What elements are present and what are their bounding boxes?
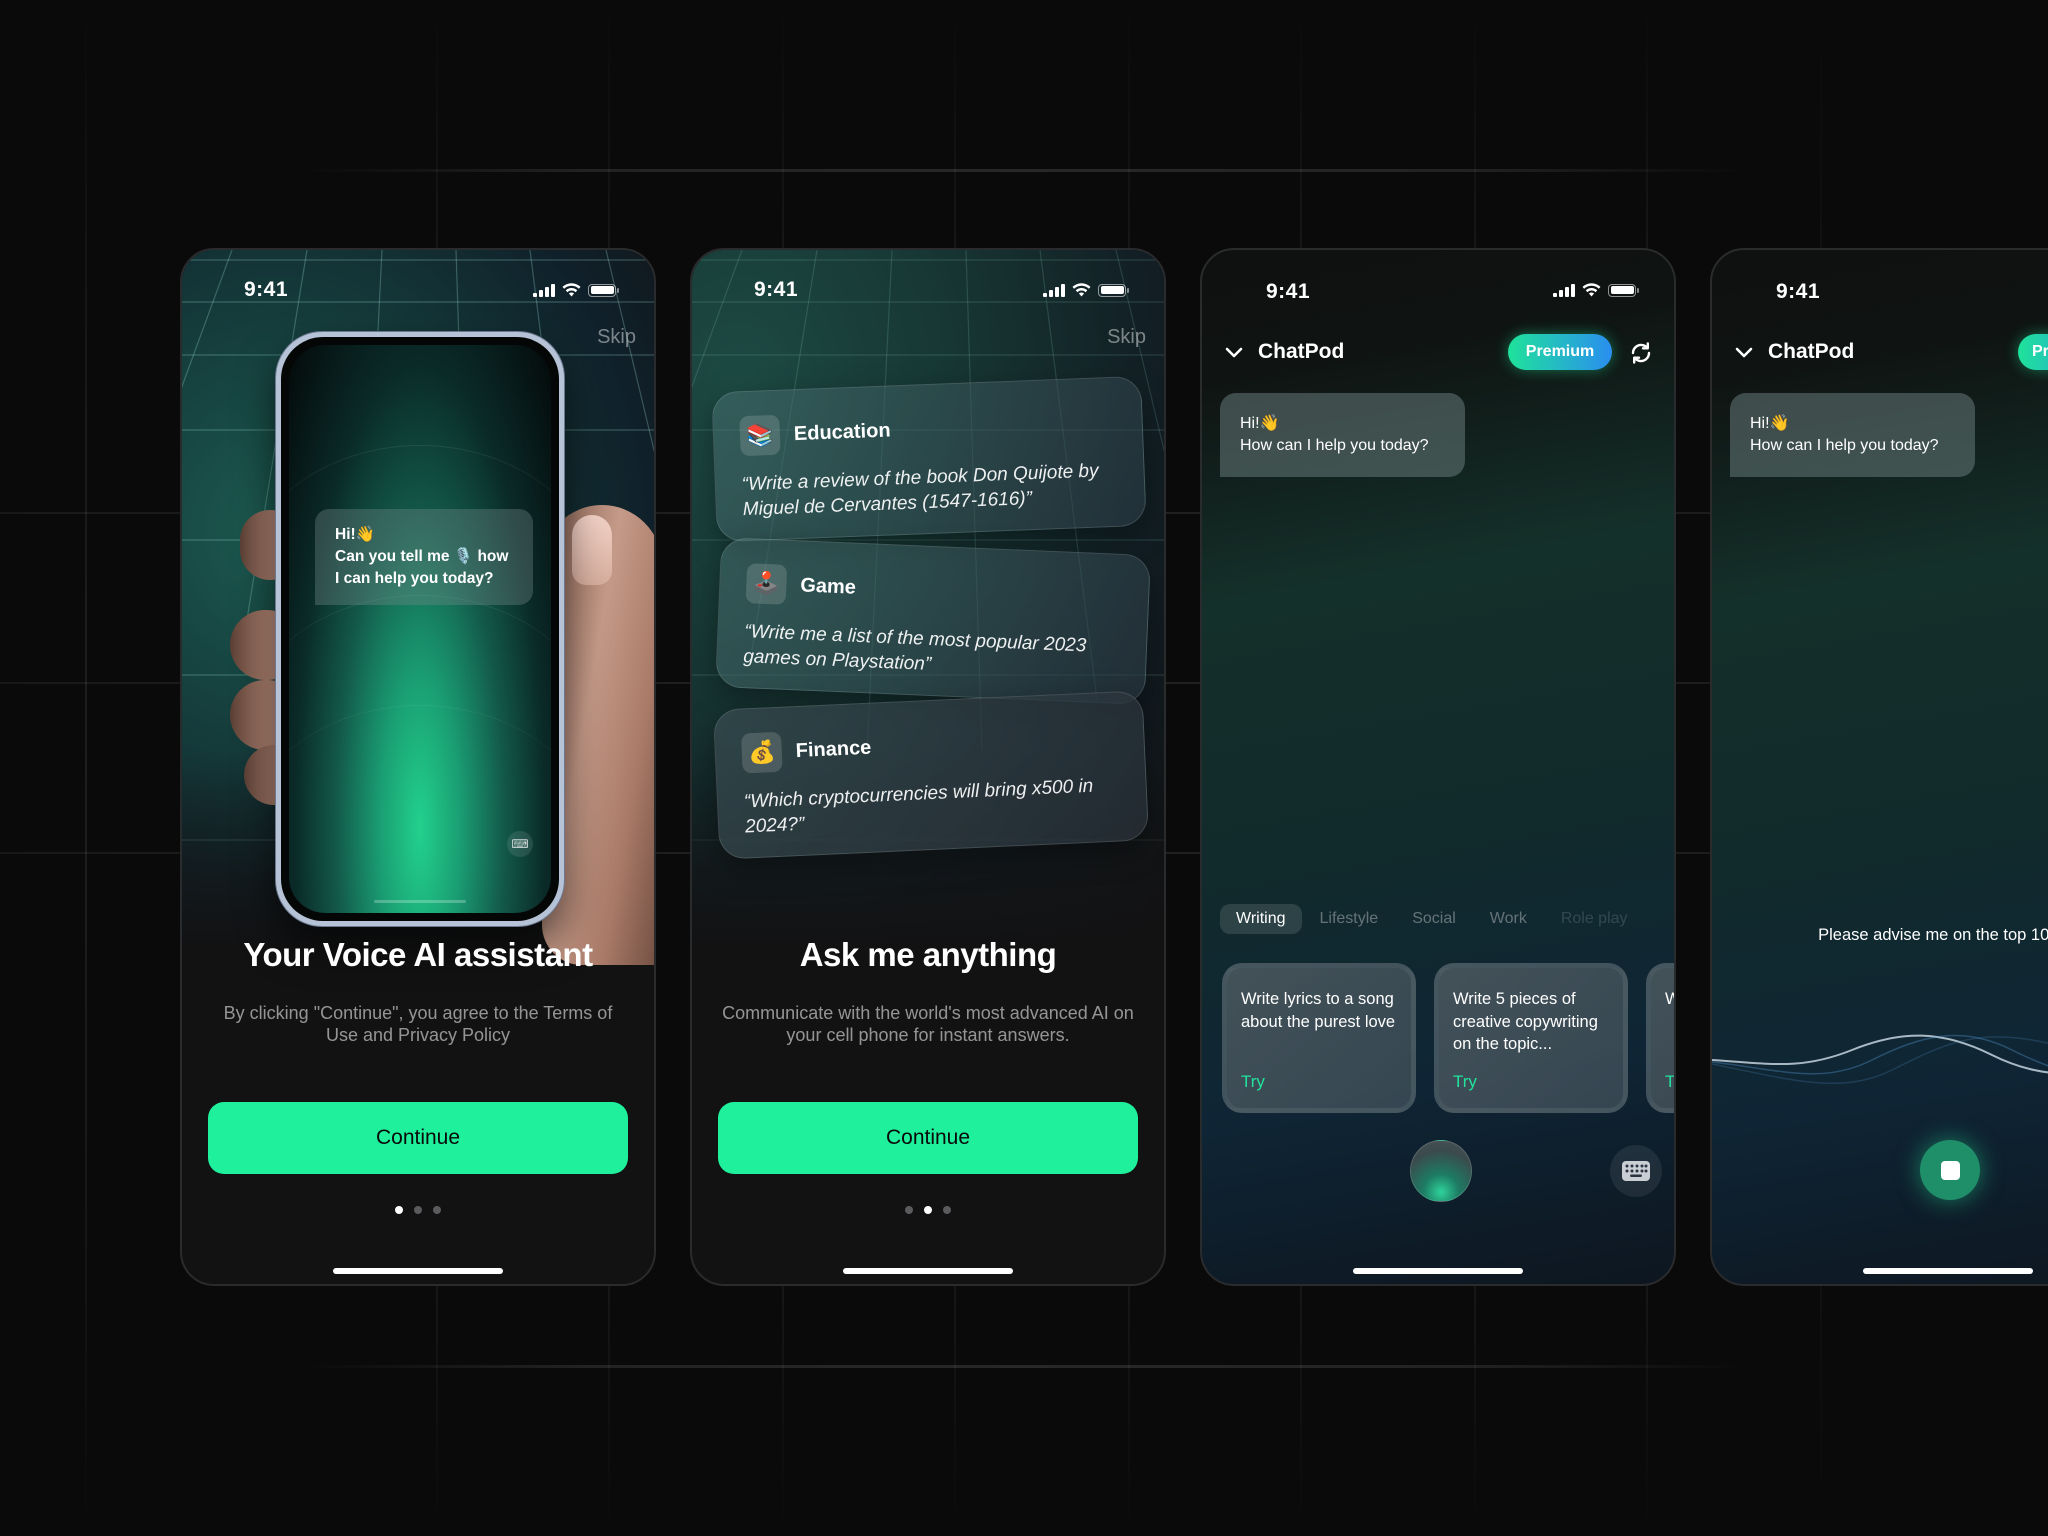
skip-button[interactable]: Skip (597, 326, 636, 349)
category-example: “Which cryptocurrencies will bring x500 … (743, 775, 1094, 838)
mockup-home-indicator (374, 900, 466, 903)
status-time: 9:41 (1266, 280, 1311, 303)
page-dot[interactable] (943, 1206, 951, 1214)
wifi-icon (1072, 283, 1091, 297)
books-icon: 📚 (739, 414, 781, 457)
app-title[interactable]: ChatPod (1768, 340, 1854, 364)
try-button[interactable]: Try (1665, 1072, 1674, 1092)
onboarding-screen-ask: 9:41 Skip 📚 Education “Write a review of… (690, 248, 1166, 1286)
page-dot[interactable] (433, 1206, 441, 1214)
chat-home-screen: 9:41 ChatPod Premium Hi!👋 How can I help… (1200, 248, 1676, 1286)
status-time: 9:41 (244, 278, 289, 301)
home-indicator[interactable] (1863, 1268, 2033, 1274)
home-indicator[interactable] (843, 1268, 1013, 1274)
app-title[interactable]: ChatPod (1258, 340, 1344, 364)
stop-recording-button[interactable] (1920, 1140, 1980, 1200)
continue-button[interactable]: Continue (718, 1102, 1138, 1174)
category-card-education[interactable]: 📚 Education “Write a review of the book … (711, 375, 1147, 543)
onboarding-title: Ask me anything (799, 936, 1057, 973)
prompt-carousel: Write lyrics to a song about the purest … (1222, 963, 1674, 1113)
page-dot[interactable] (905, 1206, 913, 1214)
ai-message-bubble: Hi!👋 How can I help you today? (1730, 393, 1975, 477)
continue-button[interactable]: Continue (208, 1102, 628, 1174)
category-name: Finance (795, 736, 872, 762)
status-bar: 9:41 (1712, 272, 2048, 312)
chevron-down-icon[interactable] (1734, 342, 1754, 362)
premium-button[interactable]: Pr (2018, 334, 2048, 370)
tab-work[interactable]: Work (1474, 904, 1543, 934)
page-dot[interactable] (395, 1206, 403, 1214)
phone-mockup: Hi!👋 Can you tell me 🎙️ how I can help y… (276, 332, 564, 926)
refresh-icon[interactable] (1628, 340, 1654, 366)
stop-icon (1940, 1160, 1960, 1180)
mockup-chat-bubble: Hi!👋 Can you tell me 🎙️ how I can help y… (315, 509, 533, 605)
tab-writing[interactable]: Writing (1220, 904, 1302, 934)
status-bar: 9:41 (182, 272, 654, 312)
keyboard-button[interactable] (1610, 1145, 1662, 1197)
prompt-card[interactable]: Wr... on... Try (1646, 963, 1674, 1113)
tab-lifestyle[interactable]: Lifestyle (1304, 904, 1395, 934)
category-tabs: Writing Lifestyle Social Work Role play (1220, 904, 1646, 934)
page-indicator (182, 1206, 654, 1214)
voice-orb-button[interactable] (1410, 1140, 1472, 1202)
battery-icon (1608, 283, 1639, 297)
money-bag-icon: 💰 (740, 731, 783, 774)
chat-header: ChatPod Pr (1712, 330, 2048, 374)
keyboard-icon (1622, 1161, 1650, 1181)
try-button[interactable]: Try (1453, 1072, 1477, 1092)
category-example: “Write me a list of the most popular 202… (742, 621, 1087, 675)
joystick-icon: 🕹️ (745, 563, 788, 605)
audio-waveform (1712, 1034, 2048, 1085)
page-dot[interactable] (414, 1206, 422, 1214)
home-indicator[interactable] (1353, 1268, 1523, 1274)
category-name: Education (793, 418, 891, 445)
battery-icon (1098, 283, 1129, 297)
page-dot[interactable] (924, 1206, 932, 1214)
try-button[interactable]: Try (1241, 1072, 1265, 1092)
wifi-icon (562, 283, 581, 297)
chevron-down-icon[interactable] (1224, 342, 1244, 362)
cellular-signal-icon (1043, 283, 1065, 297)
transcript-spoken: Please advise me on the top 10 popular (1818, 926, 2048, 944)
status-bar: 9:41 (692, 272, 1164, 312)
category-name: Game (799, 573, 857, 599)
page-indicator (692, 1206, 1164, 1214)
prompt-card[interactable]: Write lyrics to a song about the purest … (1222, 963, 1416, 1113)
category-card-game[interactable]: 🕹️ Game “Write me a list of the most pop… (715, 537, 1151, 705)
category-example: “Write a review of the book Don Quijote … (741, 460, 1099, 521)
category-card-finance[interactable]: 💰 Finance “Which cryptocurrencies will b… (712, 690, 1150, 860)
chat-header: ChatPod Premium (1202, 330, 1674, 374)
onboarding-title: Your Voice AI assistant (243, 936, 593, 973)
terms-text[interactable]: By clicking "Continue", you agree to the… (212, 1002, 624, 1046)
prompt-card[interactable]: Write 5 pieces of creative copywriting o… (1434, 963, 1628, 1113)
home-indicator[interactable] (333, 1268, 503, 1274)
status-time: 9:41 (1776, 280, 1821, 303)
keyboard-icon: ⌨ (507, 831, 533, 857)
battery-icon (588, 283, 619, 297)
onboarding-screen-voice: 9:41 Skip Hi!👋 Can you tell me 🎙️ how I … (180, 248, 656, 1286)
tab-social[interactable]: Social (1396, 904, 1472, 934)
premium-button[interactable]: Premium (1508, 334, 1612, 370)
cellular-signal-icon (533, 283, 555, 297)
wifi-icon (1582, 283, 1601, 297)
status-bar: 9:41 (1202, 272, 1674, 312)
skip-button[interactable]: Skip (1107, 326, 1146, 349)
ai-message-bubble: Hi!👋 How can I help you today? (1220, 393, 1465, 477)
status-time: 9:41 (754, 278, 799, 301)
onboarding-subtitle: Communicate with the world's most advanc… (722, 1003, 1134, 1045)
cellular-signal-icon (1553, 283, 1575, 297)
voice-listening-screen: 9:41 ChatPod Pr Hi!👋 How can I help you … (1710, 248, 2048, 1286)
tab-role-play[interactable]: Role play (1545, 904, 1644, 934)
voice-transcript: Please advise me on the top 10 popular m… (1712, 924, 2048, 946)
